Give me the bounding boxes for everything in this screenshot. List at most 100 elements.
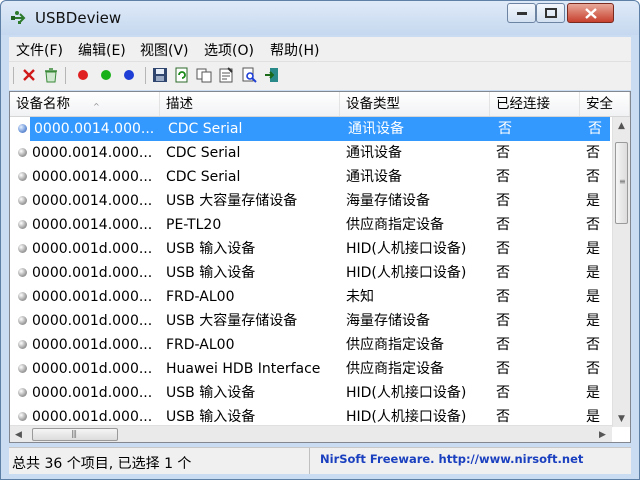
nirsoft-link[interactable]: NirSoft Freeware. http://www.nirsoft.net [320, 452, 605, 466]
scroll-left-arrow-icon[interactable]: ◀ [10, 426, 27, 442]
column-header-device-type[interactable]: 设备类型 [340, 92, 490, 116]
title-bar[interactable]: USBDeview [1, 1, 639, 35]
window-title: USBDeview [35, 9, 122, 27]
device-status-icon [18, 124, 27, 133]
table-row[interactable]: 0000.0014.000... CDC Serial 通讯设备 否 否 [10, 141, 610, 165]
cell-description: USB 输入设备 [166, 241, 256, 257]
table-row[interactable]: 0000.0014.000... CDC Serial 通讯设备 否 否 [10, 117, 610, 141]
device-status-icon [18, 196, 27, 205]
column-header-device-name[interactable]: 设备名称 ^ [10, 92, 160, 116]
device-status-icon [18, 388, 27, 397]
cell-device-type: 通讯设备 [348, 121, 404, 137]
device-list[interactable]: 设备名称 ^ 描述 设备类型 已经连接 安全 0000.0014.000... C… [9, 91, 631, 443]
table-row[interactable]: 0000.001d.000... FRD-AL00 供应商指定设备 否 否 [10, 333, 610, 357]
sort-ascending-icon: ^ [93, 102, 100, 111]
find-icon[interactable] [241, 67, 257, 83]
cell-device-name: 0000.0014.000... [34, 121, 155, 137]
cell-description: FRD-AL00 [166, 289, 235, 305]
close-icon [568, 4, 613, 22]
cell-safe: 是 [586, 313, 600, 329]
column-header-label: 安全 [586, 96, 613, 112]
table-row[interactable]: 0000.001d.000... USB 输入设备 HID(人机接口设备) 否 是 [10, 381, 610, 405]
cell-safe: 是 [586, 265, 600, 281]
table-row[interactable]: 0000.001d.000... USB 输入设备 HID(人机接口设备) 否 是 [10, 237, 610, 261]
table-row[interactable]: 0000.001d.000... FRD-AL00 未知 否 是 [10, 285, 610, 309]
cell-safe: 否 [586, 217, 600, 233]
menu-edit[interactable]: 编辑(E) [78, 40, 126, 60]
cell-safe: 是 [586, 241, 600, 257]
column-header-connected[interactable]: 已经连接 [490, 92, 580, 116]
vertical-scroll-thumb[interactable]: ≡ [615, 142, 628, 224]
vertical-scrollbar[interactable]: ▲ ≡ ▼ [612, 117, 630, 427]
cell-connected: 否 [496, 169, 510, 185]
copy-icon[interactable] [196, 67, 212, 83]
cell-safe: 是 [586, 193, 600, 209]
device-status-icon [18, 340, 27, 349]
maximize-icon [537, 4, 564, 22]
table-row[interactable]: 0000.001d.000... Huawei HDB Interface 供应商指… [10, 357, 610, 381]
cell-device-name: 0000.0014.000... [32, 169, 153, 185]
exit-icon[interactable] [264, 67, 280, 83]
cell-device-name: 0000.001d.000... [32, 265, 153, 281]
cell-connected: 否 [496, 361, 510, 377]
table-row[interactable]: 0000.0014.000... USB 大容量存储设备 海量存储设备 否 是 [10, 189, 610, 213]
cell-safe: 是 [586, 289, 600, 305]
cell-connected: 否 [496, 289, 510, 305]
cell-device-name: 0000.001d.000... [32, 337, 153, 353]
horizontal-scroll-thumb[interactable]: ||| [32, 428, 118, 441]
cell-safe: 是 [586, 385, 600, 401]
table-row[interactable]: 0000.0014.000... CDC Serial 通讯设备 否 否 [10, 165, 610, 189]
column-header-label: 已经连接 [496, 96, 550, 112]
properties-icon[interactable] [218, 67, 234, 83]
usb-app-icon [11, 11, 26, 24]
cell-connected: 否 [498, 121, 512, 137]
red-dot-icon[interactable] [75, 67, 91, 83]
cell-description: CDC Serial [166, 145, 241, 161]
menu-options[interactable]: 选项(O) [204, 40, 254, 60]
cell-description: USB 大容量存储设备 [166, 313, 298, 329]
cell-device-type: 海量存储设备 [346, 193, 430, 209]
cell-description: FRD-AL00 [166, 337, 235, 353]
maximize-button[interactable] [536, 3, 565, 23]
green-dot-icon[interactable] [98, 67, 114, 83]
cell-connected: 否 [496, 337, 510, 353]
refresh-icon[interactable] [174, 67, 190, 83]
cell-safe: 否 [588, 121, 602, 137]
scroll-up-arrow-icon[interactable]: ▲ [613, 117, 630, 134]
scroll-right-arrow-icon[interactable]: ▶ [594, 426, 611, 442]
table-row[interactable]: 0000.001d.000... USB 输入设备 HID(人机接口设备) 否 是 [10, 261, 610, 285]
menu-view[interactable]: 视图(V) [140, 40, 189, 60]
status-summary: 总共 36 个项目, 已选择 1 个 [12, 456, 192, 472]
cell-safe: 否 [586, 145, 600, 161]
toolbar [9, 61, 631, 90]
column-header-label: 设备名称 [16, 96, 70, 112]
cell-connected: 否 [496, 193, 510, 209]
toolbar-separator [145, 67, 146, 84]
cell-safe: 否 [586, 169, 600, 185]
blue-dot-icon[interactable] [121, 67, 137, 83]
cell-device-name: 0000.001d.000... [32, 289, 153, 305]
save-icon[interactable] [152, 67, 168, 83]
cell-device-type: 供应商指定设备 [346, 217, 444, 233]
recycle-icon[interactable] [43, 67, 59, 83]
close-button[interactable] [567, 3, 614, 23]
menu-help[interactable]: 帮助(H) [270, 40, 319, 60]
column-header-safe[interactable]: 安全 [580, 92, 630, 116]
scroll-down-arrow-icon[interactable]: ▼ [613, 410, 630, 427]
minimize-button[interactable] [507, 3, 536, 23]
device-status-icon [18, 148, 27, 157]
column-header-description[interactable]: 描述 [160, 92, 340, 116]
toolbar-separator [13, 67, 14, 84]
cell-device-name: 0000.001d.000... [32, 385, 153, 401]
device-status-icon [18, 268, 27, 277]
minimize-icon [508, 4, 535, 22]
grip-icon: ||| [71, 429, 77, 438]
table-row[interactable]: 0000.001d.000... USB 大容量存储设备 海量存储设备 否 是 [10, 309, 610, 333]
cell-device-type: 未知 [346, 289, 374, 305]
delete-icon[interactable] [21, 67, 37, 83]
column-header-label: 描述 [166, 96, 193, 112]
menu-file[interactable]: 文件(F) [16, 40, 63, 60]
cell-description: Huawei HDB Interface [166, 361, 321, 377]
horizontal-scrollbar[interactable]: ◀ ||| ▶ [10, 425, 612, 442]
table-row[interactable]: 0000.0014.000... PE-TL20 供应商指定设备 否 否 [10, 213, 610, 237]
